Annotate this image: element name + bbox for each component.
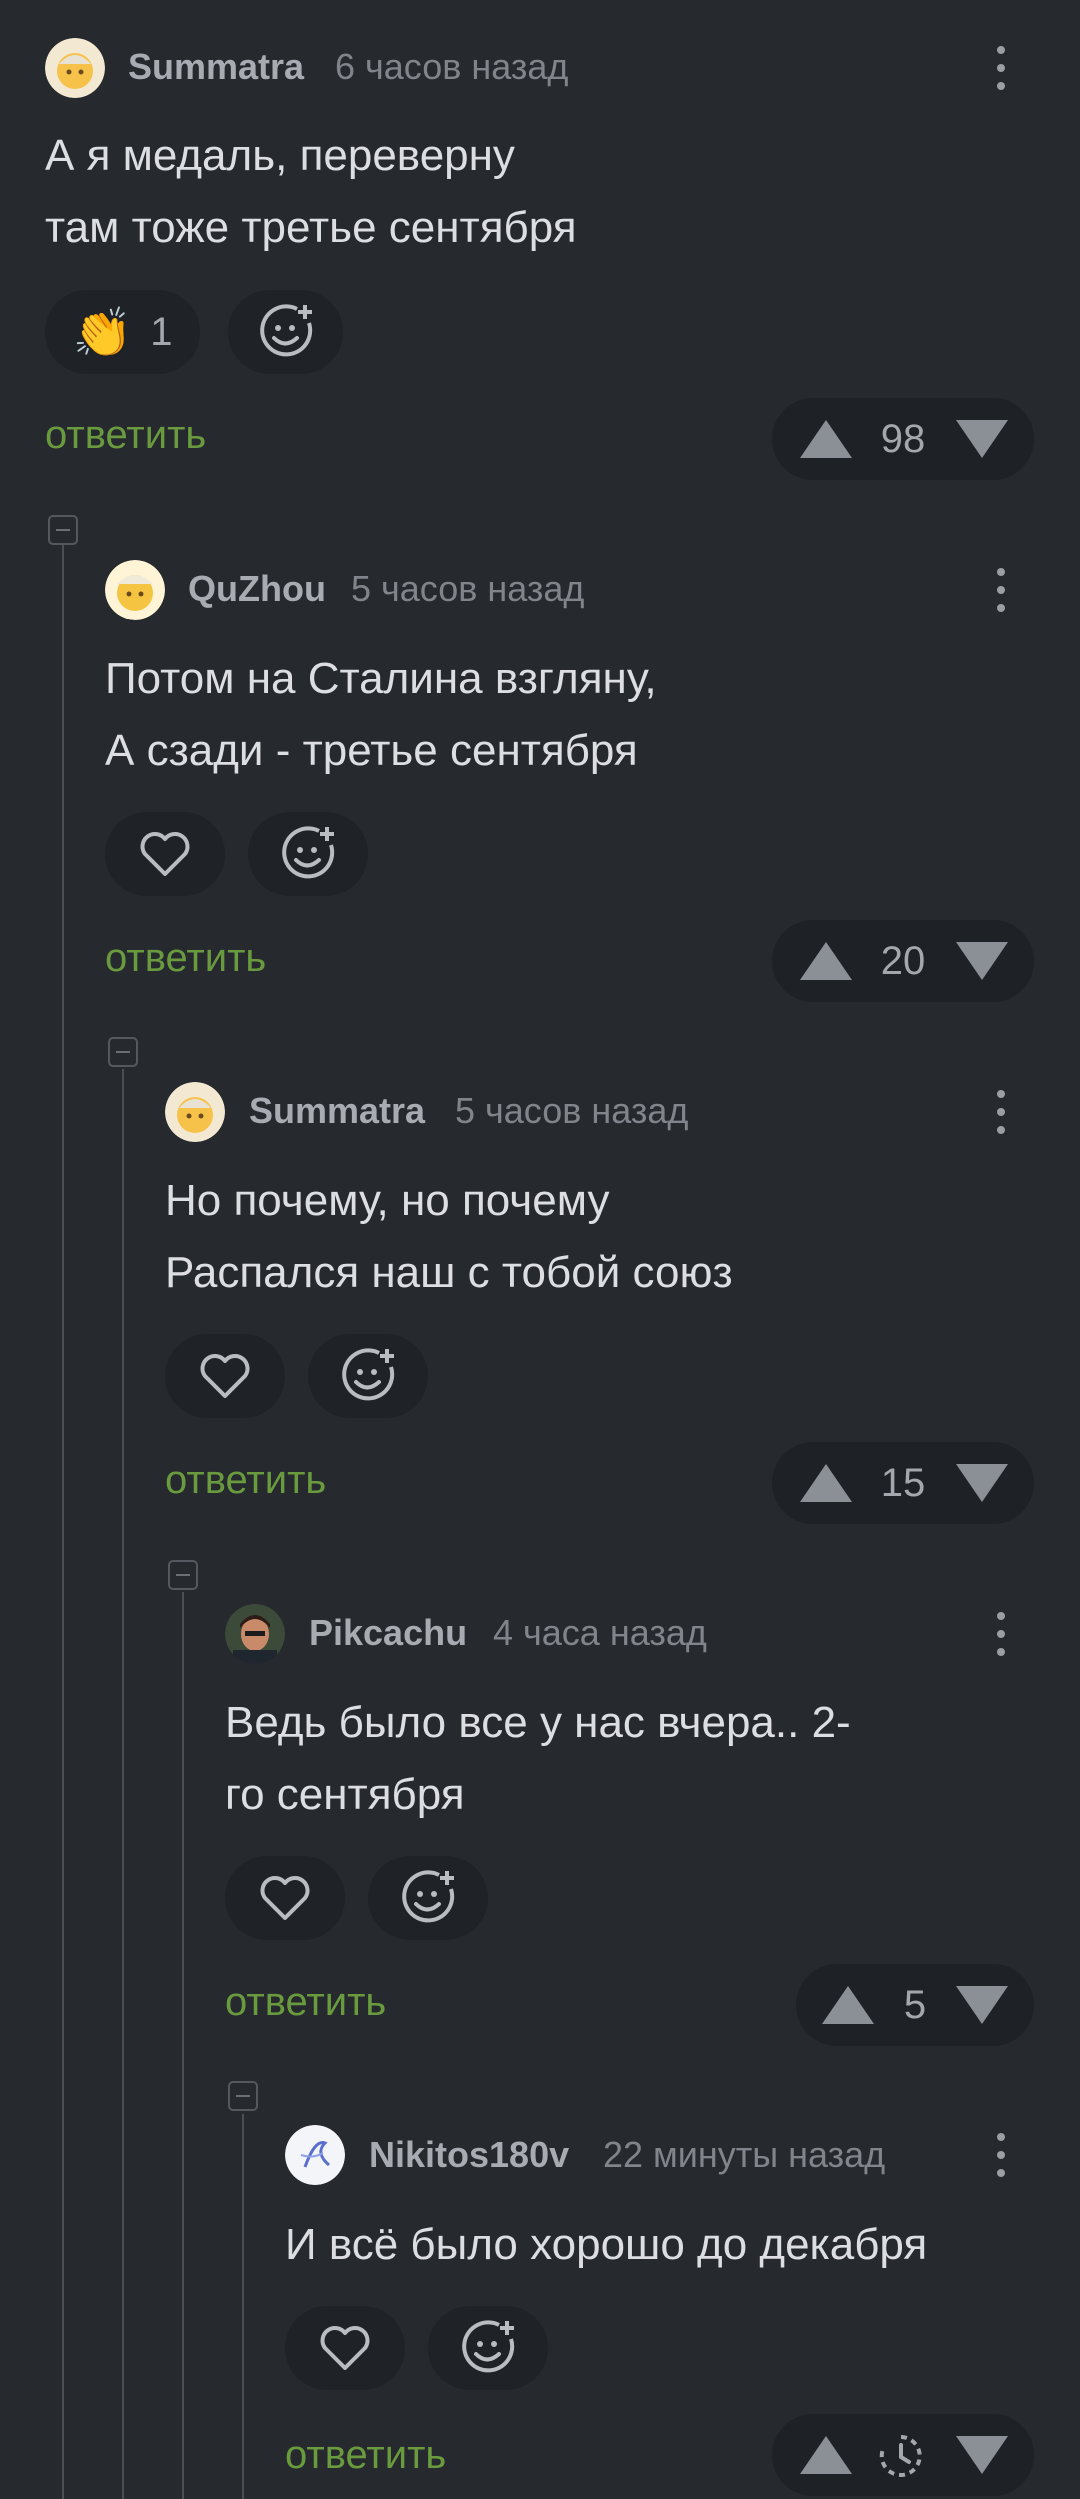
rating-value: 98 (880, 417, 926, 461)
comment-time: 22 минуты назад (603, 2134, 886, 2175)
downvote-button[interactable] (956, 2436, 1008, 2474)
comment-time: 6 часов назад (335, 46, 569, 87)
more-options-icon[interactable] (980, 1604, 1020, 1664)
thread-line (242, 2114, 244, 2499)
collapse-thread-button[interactable] (228, 2081, 258, 2111)
heart-icon (260, 1876, 310, 1920)
author-name[interactable]: Summatra (249, 1090, 425, 1132)
avatar[interactable] (105, 560, 165, 620)
more-options-icon[interactable] (980, 1082, 1020, 1142)
avatar[interactable] (225, 1604, 285, 1664)
heart-icon (320, 2326, 370, 2370)
add-reaction-button[interactable] (368, 1856, 488, 1940)
avatar[interactable] (45, 38, 105, 98)
comment-time: 5 часов назад (351, 568, 585, 609)
downvote-button[interactable] (956, 1986, 1008, 2024)
comment-text: Но почему, но почему Распался наш с тобо… (165, 1176, 733, 1297)
upvote-button[interactable] (822, 1986, 874, 2024)
comment-text: Ведь было все у нас вчера.. 2- го сентяб… (225, 1698, 851, 1819)
reaction-emoji: 👏 (72, 304, 133, 361)
add-reaction-button[interactable] (248, 812, 368, 896)
reaction-chip[interactable]: 👏 1 (45, 290, 200, 374)
reply-link[interactable]: ответить (45, 413, 206, 458)
comment-text: Потом на Сталина взгляну, А сзади - трет… (105, 654, 657, 775)
thread-line (182, 1592, 184, 2499)
like-button[interactable] (165, 1334, 285, 1418)
reply-link[interactable]: ответить (225, 1980, 386, 2025)
comment-time: 4 часа назад (493, 1612, 707, 1653)
collapse-thread-button[interactable] (168, 1560, 198, 1590)
thread-line (122, 1069, 124, 2499)
reply-link[interactable]: ответить (165, 1458, 326, 1503)
avatar[interactable] (285, 2125, 345, 2185)
add-reaction-icon (259, 304, 312, 357)
thread-line (62, 545, 64, 2499)
upvote-button[interactable] (800, 942, 852, 980)
avatar[interactable] (165, 1082, 225, 1142)
upvote-button[interactable] (800, 1464, 852, 1502)
author-name[interactable]: Nikitos180v (369, 2134, 569, 2176)
comment-text: И всё было хорошо до декабря (285, 2220, 928, 2269)
add-reaction-icon (462, 2320, 515, 2373)
heart-icon (200, 1354, 250, 1398)
more-options-icon[interactable] (980, 2125, 1020, 2185)
like-button[interactable] (285, 2306, 405, 2390)
more-options-icon[interactable] (980, 38, 1020, 98)
rating-value: 20 (880, 939, 926, 983)
heart-icon (140, 832, 190, 876)
rating-pending-icon (878, 2433, 924, 2479)
rating-widget: 15 (772, 1442, 1034, 1524)
collapse-thread-button[interactable] (48, 515, 78, 545)
comment-time: 5 часов назад (455, 1090, 689, 1131)
rating-value: 5 (903, 1983, 927, 2027)
reaction-count: 1 (150, 309, 173, 354)
author-name[interactable]: Pikcachu (309, 1612, 467, 1654)
reply-link[interactable]: ответить (285, 2433, 446, 2478)
upvote-button[interactable] (800, 420, 852, 458)
upvote-button[interactable] (800, 2436, 852, 2474)
downvote-button[interactable] (956, 942, 1008, 980)
add-reaction-icon (402, 1870, 455, 1923)
rating-widget: 5 (796, 1964, 1034, 2046)
add-reaction-button[interactable] (228, 290, 343, 374)
rating-widget: 20 (772, 920, 1034, 1002)
more-options-icon[interactable] (980, 560, 1020, 620)
add-reaction-icon (342, 1348, 395, 1401)
like-button[interactable] (225, 1856, 345, 1940)
reply-link[interactable]: ответить (105, 936, 266, 981)
rating-widget (772, 2414, 1034, 2496)
author-name[interactable]: QuZhou (188, 568, 326, 610)
rating-widget: 98 (772, 398, 1034, 480)
downvote-button[interactable] (956, 1464, 1008, 1502)
rating-value: 15 (880, 1461, 926, 1505)
add-reaction-button[interactable] (428, 2306, 548, 2390)
add-reaction-button[interactable] (308, 1334, 428, 1418)
like-button[interactable] (105, 812, 225, 896)
downvote-button[interactable] (956, 420, 1008, 458)
author-name[interactable]: Summatra (128, 46, 304, 88)
comment-text: А я медаль, переверну там тоже третье се… (45, 131, 577, 252)
collapse-thread-button[interactable] (108, 1037, 138, 1067)
add-reaction-icon (282, 826, 335, 879)
